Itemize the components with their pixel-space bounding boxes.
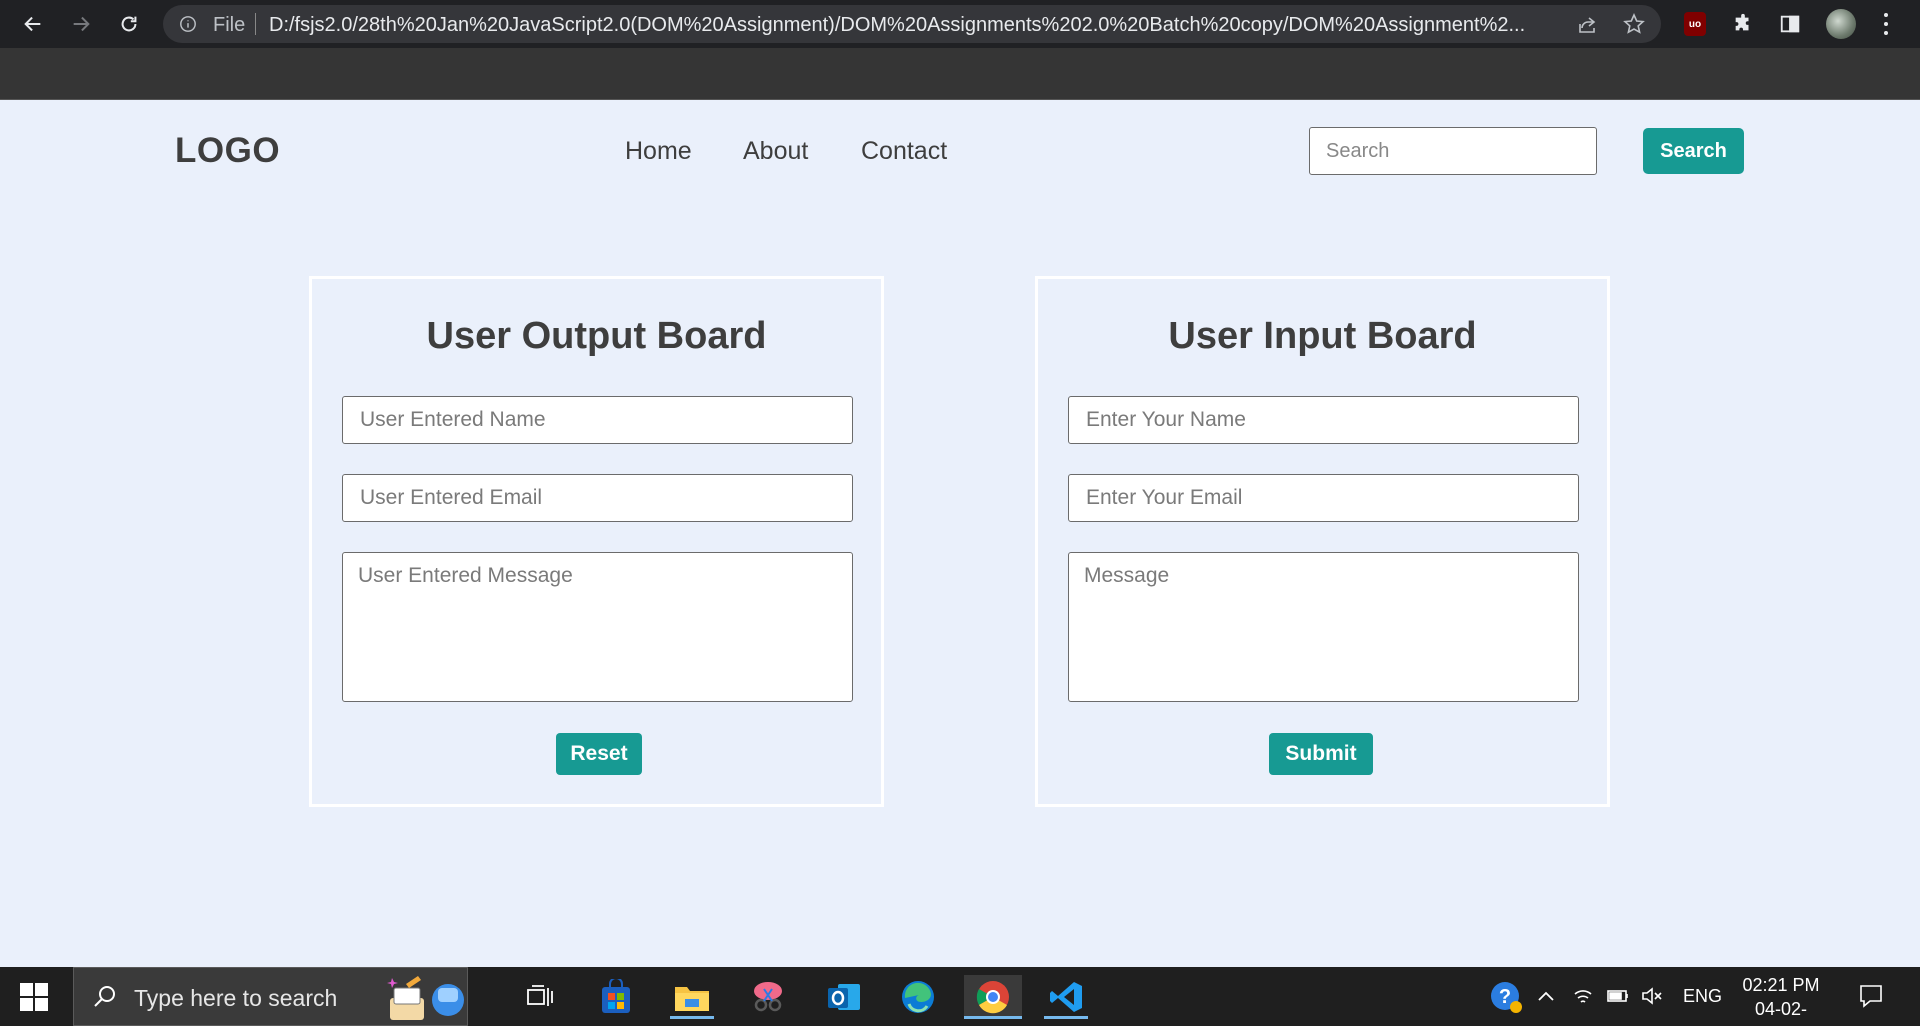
- nav-contact-link[interactable]: Contact: [861, 137, 947, 166]
- output-board-title: User Output Board: [426, 315, 767, 357]
- vscode-active-indicator: [1044, 1016, 1088, 1019]
- battery-icon[interactable]: [1606, 987, 1630, 1005]
- reset-button[interactable]: Reset: [556, 733, 642, 775]
- svg-text:?: ?: [1499, 986, 1511, 1008]
- chevron-up-icon[interactable]: [1536, 987, 1556, 1005]
- clock-time: 02:21 PM: [1742, 975, 1820, 995]
- browser-chrome: File D:/fsjs2.0/28th%20Jan%20JavaScript2…: [0, 0, 1920, 100]
- search-icon: [94, 986, 115, 1007]
- nav-about-link[interactable]: About: [743, 137, 808, 166]
- chrome-browser-icon[interactable]: [964, 975, 1022, 1019]
- outlook-icon[interactable]: [822, 975, 866, 1019]
- file-explorer-icon[interactable]: [670, 975, 714, 1019]
- extensions-puzzle-icon[interactable]: [1730, 11, 1756, 37]
- header-search-button[interactable]: Search: [1643, 128, 1744, 174]
- forward-icon[interactable]: [67, 10, 95, 38]
- edge-browser-icon[interactable]: [896, 975, 940, 1019]
- taskbar-clock[interactable]: 02:21 PM 04-02-2023: [1736, 973, 1826, 1026]
- output-name-field[interactable]: [342, 396, 853, 444]
- browser-toolbar: File D:/fsjs2.0/28th%20Jan%20JavaScript2…: [0, 0, 1920, 48]
- input-message-field[interactable]: [1068, 552, 1579, 702]
- user-input-board: User Input Board Submit: [1035, 276, 1610, 807]
- url-text[interactable]: D:/fsjs2.0/28th%20Jan%20JavaScript2.0(DO…: [269, 14, 1559, 37]
- windows-start-icon[interactable]: [20, 983, 48, 1011]
- share-icon[interactable]: [1576, 14, 1598, 36]
- windows-taskbar: Type here to search ? ENG 02:21 PM 04-02…: [0, 967, 1920, 1026]
- chrome-active-indicator: [964, 1016, 1022, 1019]
- side-panel-icon[interactable]: [1777, 11, 1803, 37]
- web-page: LOGO Home About Contact Search User Outp…: [0, 101, 1920, 967]
- taskbar-search-placeholder: Type here to search: [134, 985, 338, 1011]
- profile-avatar[interactable]: [1826, 9, 1856, 39]
- ublock-extension-icon[interactable]: uo: [1682, 11, 1708, 37]
- info-icon[interactable]: [179, 15, 197, 33]
- notifications-icon[interactable]: [1858, 983, 1884, 1009]
- submit-button[interactable]: Submit: [1269, 733, 1373, 775]
- taskbar-search-box[interactable]: Type here to search: [73, 967, 468, 1026]
- url-scheme-label: File: [213, 14, 246, 36]
- reload-icon[interactable]: [115, 10, 143, 38]
- site-logo[interactable]: LOGO: [175, 131, 280, 171]
- volume-muted-icon[interactable]: [1640, 985, 1664, 1007]
- input-name-field[interactable]: [1068, 396, 1579, 444]
- task-view-icon[interactable]: [518, 975, 562, 1019]
- file-explorer-active-indicator: [670, 1016, 714, 1019]
- snipping-tool-icon[interactable]: [746, 975, 790, 1019]
- help-tips-icon[interactable]: ?: [1484, 975, 1528, 1019]
- bookmark-star-icon[interactable]: [1623, 13, 1645, 35]
- address-bar[interactable]: File D:/fsjs2.0/28th%20Jan%20JavaScript2…: [163, 5, 1661, 43]
- back-icon[interactable]: [19, 10, 47, 38]
- microsoft-store-icon[interactable]: [594, 975, 638, 1019]
- vscode-icon[interactable]: [1044, 975, 1088, 1019]
- header-search-input[interactable]: [1309, 127, 1597, 175]
- ublock-badge: uo: [1684, 12, 1706, 36]
- language-indicator[interactable]: ENG: [1683, 986, 1722, 1007]
- nav-home-link[interactable]: Home: [625, 137, 692, 166]
- output-message-field[interactable]: [342, 552, 853, 702]
- network-wifi-icon[interactable]: [1572, 985, 1594, 1007]
- browser-menu-icon[interactable]: [1876, 11, 1896, 37]
- search-highlight-illustration-icon: [387, 976, 464, 1020]
- output-email-field[interactable]: [342, 474, 853, 522]
- user-output-board: User Output Board Reset: [309, 276, 884, 807]
- clock-date: 04-02-2023: [1754, 999, 1808, 1026]
- input-email-field[interactable]: [1068, 474, 1579, 522]
- address-separator: [255, 13, 256, 35]
- input-board-title: User Input Board: [1168, 315, 1477, 357]
